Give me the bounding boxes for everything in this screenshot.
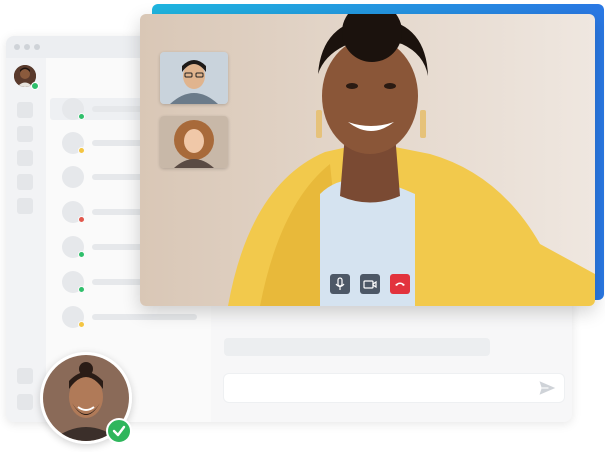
status-dot [78,321,85,328]
end-call-button[interactable] [390,274,410,294]
microphone-button[interactable] [330,274,350,294]
microphone-icon [335,277,345,290]
rail-item[interactable] [17,102,33,118]
participant-photo [160,116,228,168]
window-dot[interactable] [14,44,20,50]
status-dot [78,251,85,258]
message-input[interactable] [224,374,564,402]
send-icon[interactable] [538,379,556,397]
contact-item[interactable] [56,306,206,328]
status-dot [78,286,85,293]
rail-item[interactable] [17,198,33,214]
check-icon [112,425,126,437]
phone-hangup-icon [395,282,405,286]
rail-item[interactable] [17,174,33,190]
window-dot[interactable] [34,44,40,50]
rail-item[interactable] [17,394,33,410]
online-status-dot [31,82,39,90]
rail-item[interactable] [17,368,33,384]
contact-avatar [62,166,84,188]
video-button[interactable] [360,274,380,294]
video-camera-icon [363,280,377,289]
verified-badge [106,418,132,444]
message-placeholder [224,338,490,356]
participant-tile[interactable] [160,52,228,104]
video-call-window [140,14,595,306]
participant-tile[interactable] [160,116,228,168]
status-dot [78,147,85,154]
rail-item[interactable] [17,126,33,142]
window-dot[interactable] [24,44,30,50]
rail-item[interactable] [17,150,33,166]
status-dot [78,113,85,120]
icon-rail [6,58,46,422]
participant-photo [160,52,228,104]
contact-name-placeholder [92,314,197,320]
status-dot [78,216,85,223]
